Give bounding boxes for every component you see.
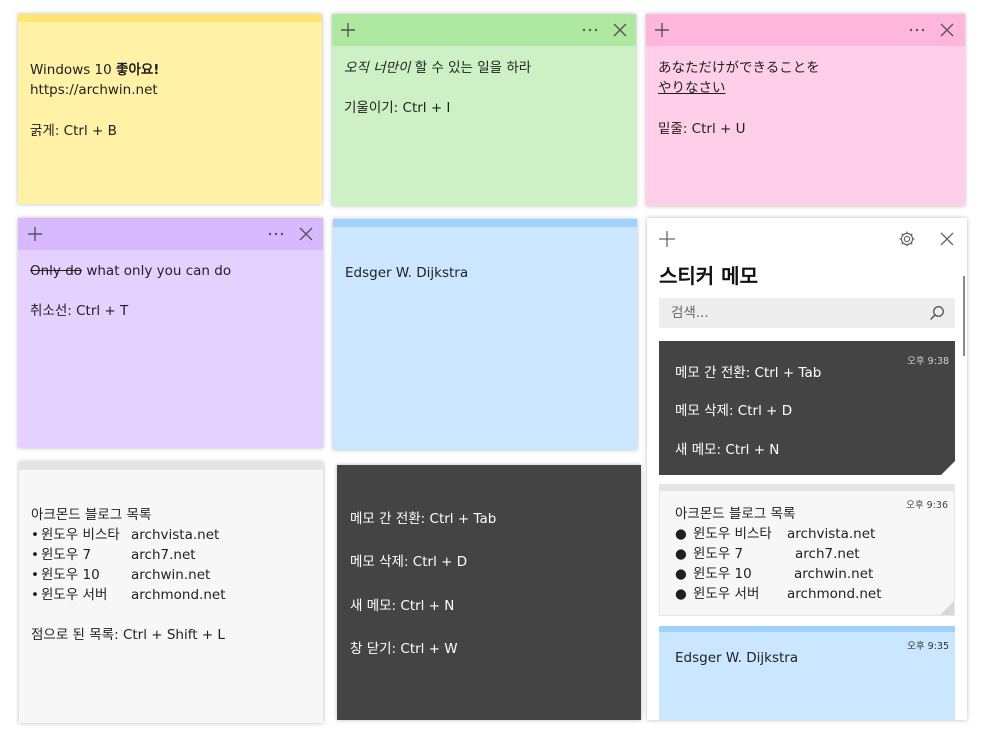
note-content[interactable]: Only do what only you can do 취소선: Ctrl +… (30, 261, 313, 322)
note-line: Edsger W. Dijkstra (345, 265, 469, 281)
note-toolbar[interactable] (646, 14, 965, 46)
sticky-note-pink[interactable]: あなただけができることを やりなさい 밑줄: Ctrl + U (646, 14, 965, 206)
note-content[interactable]: 아크몬드 블로그 목록 • 윈도우 비스타 archvista.net • 윈도우 7… (31, 506, 313, 646)
page-fold (940, 601, 954, 615)
list-item: ● 윈도우 서버 archmond.net (675, 586, 882, 602)
note-card-charcoal[interactable]: 오후 9:38 메모 간 전환: Ctrl + Tab 메모 삭제: Ctrl … (659, 341, 955, 475)
hub-title: 스티커 메모 (659, 264, 758, 288)
note-card-gray[interactable]: 오후 9:36 아크몬드 블로그 목록 ● 윈도우 비스타 archvista.ne… (659, 484, 955, 616)
list-item: • 윈도우 서버 archmond.net (31, 586, 313, 606)
close-icon[interactable] (296, 224, 316, 244)
list-item: ● 윈도우 비스타 archvista.net (675, 526, 876, 542)
note-line: 아크몬드 블로그 목록 (31, 507, 152, 523)
note-line: 굵게: Ctrl + B (30, 122, 117, 139)
note-drag-strip[interactable] (19, 462, 323, 470)
search-icon[interactable] (929, 305, 945, 321)
note-content[interactable]: 메모 간 전환: Ctrl + Tab 메모 삭제: Ctrl + D 새 메모… (350, 509, 631, 659)
note-line: 새 메모: Ctrl + N (350, 597, 455, 614)
note-drag-strip[interactable] (333, 219, 637, 227)
settings-icon[interactable] (897, 229, 917, 249)
note-line: あなただけができることを (658, 60, 820, 76)
note-line: Only do what only you can do (30, 263, 232, 279)
add-note-icon[interactable] (657, 229, 677, 249)
note-line: 점으로 된 목록: Ctrl + Shift + L (31, 627, 225, 643)
add-icon[interactable] (25, 224, 45, 244)
bullet: • (31, 587, 39, 603)
bold-text: 좋아요! (116, 62, 160, 78)
more-icon[interactable] (907, 20, 927, 40)
sticky-note-green[interactable]: 오직 너만이 할 수 있는 일을 하라 기울이기: Ctrl + I (332, 14, 636, 206)
note-line: https://archwin.net (30, 82, 158, 99)
note-content[interactable]: Windows 10 좋아요! https://archwin.net 굵게: … (30, 60, 312, 141)
note-line: 취소선: Ctrl + T (30, 303, 129, 320)
note-line: 메모 삭제: Ctrl + D (350, 554, 468, 571)
note-line: 창 닫기: Ctrl + W (350, 640, 458, 657)
list-item: • 윈도우 10 archwin.net (31, 566, 313, 586)
more-icon[interactable] (580, 20, 600, 40)
more-icon[interactable] (266, 224, 286, 244)
note-line: 오직 너만이 할 수 있는 일을 하라 (344, 60, 532, 76)
note-line: 기울이기: Ctrl + I (344, 100, 451, 117)
note-card-blue[interactable]: 오후 9:35 Edsger W. Dijkstra (659, 626, 955, 720)
note-preview: 아크몬드 블로그 목록 ● 윈도우 비스타 archvista.net ● 윈도우 7… (675, 505, 944, 605)
italic-text: 오직 너만이 (344, 60, 411, 76)
note-line: やりなさい (658, 78, 955, 98)
note-line: 메모 간 전환: Ctrl + Tab (350, 511, 497, 527)
search-box[interactable] (659, 298, 955, 328)
note-toolbar[interactable] (332, 14, 636, 46)
notes-list-window[interactable]: 스티커 메모 오후 9:38 메모 간 전환: Ctrl + Tab 메모 삭제… (647, 218, 967, 720)
note-preview: Edsger W. Dijkstra (675, 650, 799, 666)
list-item: ● 윈도우 10 archwin.net (675, 566, 874, 582)
close-icon[interactable] (937, 20, 957, 40)
list-item: • 윈도우 7 arch7.net (31, 546, 313, 566)
list-item: ● 윈도우 7 arch7.net (675, 546, 860, 562)
list-item: • 윈도우 비스타 archvista.net (31, 526, 313, 546)
note-drag-strip[interactable] (18, 14, 322, 22)
sticky-note-purple[interactable]: Only do what only you can do 취소선: Ctrl +… (18, 218, 323, 448)
note-preview: 메모 간 전환: Ctrl + Tab 메모 삭제: Ctrl + D 새 메모… (675, 365, 822, 458)
add-icon[interactable] (338, 20, 358, 40)
note-toolbar[interactable] (18, 218, 323, 250)
note-content[interactable]: Edsger W. Dijkstra (345, 263, 627, 283)
sticky-note-charcoal[interactable]: 메모 간 전환: Ctrl + Tab 메모 삭제: Ctrl + D 새 메모… (337, 465, 641, 720)
sticky-note-yellow[interactable]: Windows 10 좋아요! https://archwin.net 굵게: … (18, 14, 322, 204)
close-icon[interactable] (610, 20, 630, 40)
strikethrough-text: Only do (30, 263, 83, 279)
underlined-text: やりなさい (658, 80, 726, 97)
note-line: 밑줄: Ctrl + U (658, 120, 746, 137)
search-input[interactable] (669, 304, 929, 322)
close-icon[interactable] (937, 229, 957, 249)
sticky-note-gray[interactable]: 아크몬드 블로그 목록 • 윈도우 비스타 archvista.net • 윈도우 7… (19, 462, 323, 723)
sticky-note-blue[interactable]: Edsger W. Dijkstra (333, 219, 637, 450)
note-content[interactable]: 오직 너만이 할 수 있는 일을 하라 기울이기: Ctrl + I (344, 58, 626, 119)
bullet: • (31, 547, 39, 563)
add-icon[interactable] (652, 20, 672, 40)
scrollbar[interactable] (963, 276, 965, 356)
page-fold (941, 461, 955, 475)
bullet: • (31, 527, 39, 543)
bullet: • (31, 567, 39, 583)
note-content[interactable]: あなただけができることを やりなさい 밑줄: Ctrl + U (658, 58, 955, 139)
note-line: Windows 10 좋아요! (30, 62, 160, 78)
